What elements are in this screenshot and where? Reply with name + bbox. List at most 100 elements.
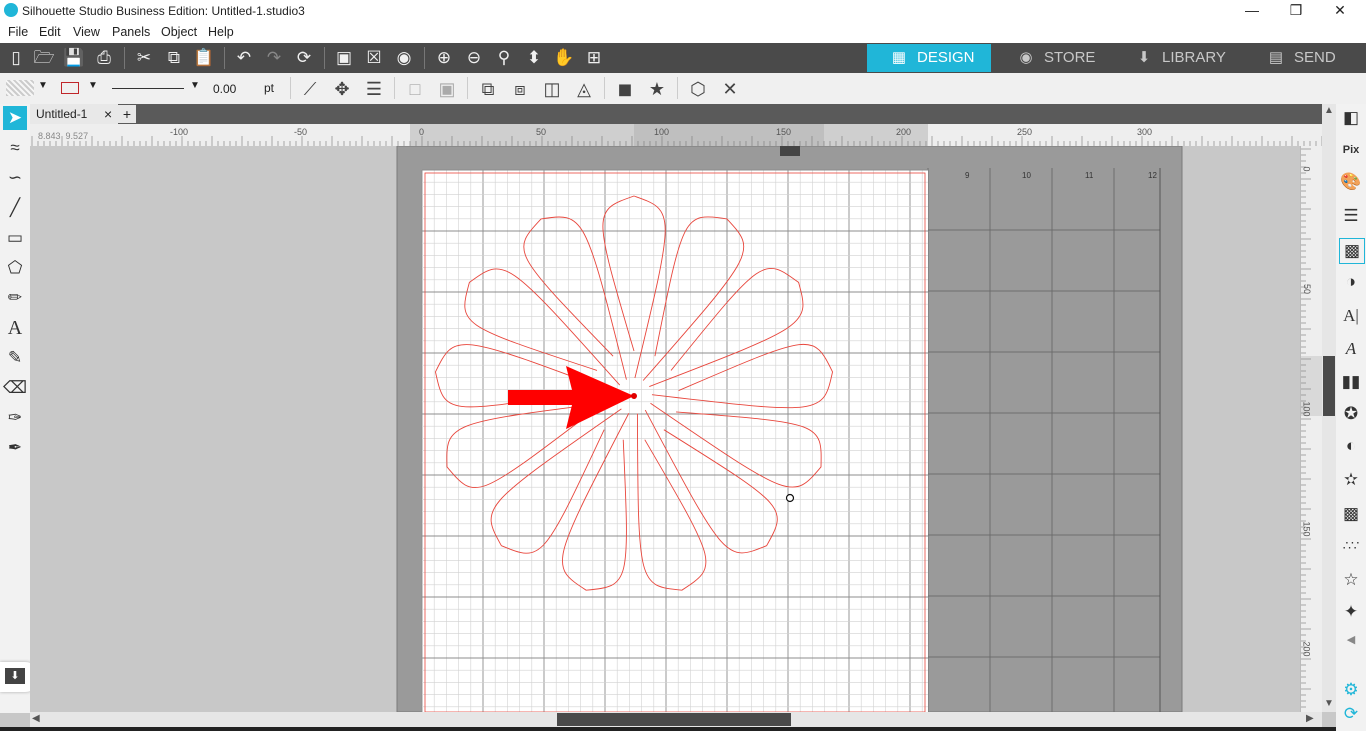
tab-untitled-1[interactable]: Untitled-1 × [30,104,118,124]
line-width-input[interactable]: 0.00 [213,82,255,98]
menu-panels[interactable]: Panels [112,25,150,39]
line-color-swatch[interactable] [61,82,79,94]
rhinestone-icon[interactable]: ∴∵ [1339,534,1363,558]
gradient-icon[interactable]: ◑ [1339,270,1363,294]
select-all-icon[interactable]: ▣ [332,46,356,70]
text-tool-icon[interactable]: A [3,316,27,340]
menu-view[interactable]: View [73,25,100,39]
pencil-icon[interactable]: ✏ [3,286,27,310]
mat-label-10: 10 [1022,171,1031,180]
align-center-icon[interactable]: ☰ [362,77,386,101]
tab-close-icon[interactable]: × [104,106,112,122]
undo-icon[interactable]: ↶ [232,46,256,70]
curve-icon[interactable]: ∽ [3,166,27,190]
zoom-select-icon[interactable]: ⚲ [492,46,516,70]
add-tab-button[interactable]: + [118,105,136,123]
fill-pattern-swatch[interactable] [6,80,34,96]
scroll-down-arrow-icon[interactable]: ▼ [1324,698,1334,709]
redo-icon[interactable]: ↷ [262,46,286,70]
weld-shapes-icon[interactable]: ◼ [613,77,637,101]
chevron-down-icon[interactable]: ▼ [38,80,48,91]
cut-icon[interactable]: ✂ [132,46,156,70]
horizontal-scrollbar[interactable]: ◀ ▶ [30,712,1322,727]
horizontal-scroll-thumb[interactable] [557,713,791,726]
new-document-icon[interactable]: ▯ [4,46,28,70]
scroll-left-arrow-icon[interactable]: ◀ [32,713,40,724]
rectangle-tool-icon[interactable]: ▭ [3,226,27,250]
3d-box-icon[interactable]: ⬡ [686,77,710,101]
redraw-icon[interactable]: ⟳ [292,46,316,70]
align-icon[interactable]: ▮▮ [1339,370,1363,394]
restore-button[interactable]: ❒ [1276,2,1316,19]
vertical-scrollbar[interactable]: ▲ ▼ [1322,104,1336,712]
ruler-label-50: 50 [536,127,547,137]
print-icon[interactable]: ⎙ [92,46,116,70]
offset-icon[interactable]: ✫ [1339,468,1363,492]
polygon-tool-icon[interactable]: ⬠ [3,256,27,280]
page-setup-icon[interactable]: ◧ [1339,106,1363,130]
tab-send[interactable]: ▤ SEND [1266,44,1366,72]
vertical-scroll-thumb[interactable] [1323,356,1335,416]
fill-color-icon[interactable]: 🎨 [1339,170,1363,194]
settings-gear-icon[interactable]: ⚙ [1339,678,1363,702]
save-icon[interactable]: 💾 [62,46,86,70]
zoom-in-icon[interactable]: ⊕ [432,46,456,70]
menu-help[interactable]: Help [208,25,234,39]
eyedropper-icon[interactable]: ✒ [3,436,27,460]
tab-library[interactable]: ⬇ LIBRARY [1134,44,1254,72]
select-pointer-icon[interactable]: ➤ [3,106,27,130]
knife-icon[interactable]: ✑ [3,406,27,430]
bring-forward-icon[interactable]: ◫ [540,77,564,101]
menu-edit[interactable]: Edit [39,25,61,39]
deselect-icon[interactable]: ☒ [362,46,386,70]
group-icon[interactable]: □ [403,77,427,101]
close-icon[interactable]: ✕ [718,77,742,101]
eraser-icon[interactable]: ⌫ [3,376,27,400]
menu-object[interactable]: Object [161,25,197,39]
open-folder-icon[interactable]: 🗁 [32,46,56,70]
vruler-label-0: 0 [1301,166,1312,172]
menu-file[interactable]: File [8,25,28,39]
pan-hand-icon[interactable]: ✋ [552,46,576,70]
minimize-button[interactable]: — [1232,2,1272,18]
zoom-out-icon[interactable]: ⊖ [462,46,486,70]
sketch-icon[interactable]: ✎ [3,346,27,370]
pixscan-icon[interactable]: Pix [1339,138,1363,162]
send-backward-icon[interactable]: ◬ [572,77,596,101]
close-window-button[interactable]: ✕ [1320,2,1360,19]
chevron-down-icon[interactable]: ▼ [190,80,200,91]
line-tool-icon[interactable]: ⟋ [298,77,322,101]
copy-icon[interactable]: ⧉ [162,46,186,70]
line-tool-icon[interactable]: ╱ [3,196,27,220]
paste-icon[interactable]: 📋 [192,46,216,70]
puzzle-icon[interactable]: ✦ [1339,600,1363,624]
collapse-panel-icon[interactable]: ◀ [1339,628,1363,652]
line-style-preview[interactable] [112,88,184,89]
text-style-icon[interactable]: A| [1339,304,1363,328]
replicate-icon[interactable]: ✪ [1339,402,1363,426]
line-style-icon[interactable]: ☰ [1339,204,1363,228]
ungroup-icon[interactable]: ▣ [435,77,459,101]
drag-zoom-icon[interactable]: ⬍ [522,46,546,70]
select-by-color-icon[interactable]: ◉ [392,46,416,70]
point-edit-icon[interactable]: ≈ [3,136,27,160]
scroll-up-arrow-icon[interactable]: ▲ [1324,105,1334,116]
fit-to-page-icon[interactable]: ⊞ [582,46,606,70]
text-to-path-icon[interactable]: A [1339,337,1363,361]
move-icon[interactable]: ✥ [330,77,354,101]
sync-icon[interactable]: ⟳ [1339,702,1363,726]
star-shape-icon[interactable]: ★ [645,77,669,101]
send-to-back-icon[interactable]: ⧈ [508,77,532,101]
toolbar-separator [467,77,468,99]
scroll-right-arrow-icon[interactable]: ▶ [1306,713,1314,724]
trace-icon[interactable]: ▩ [1339,502,1363,526]
tab-store[interactable]: ◉ STORE [1016,44,1126,72]
design-canvas[interactable]: 9 10 11 12 [30,146,1300,712]
star-icon[interactable]: ☆ [1339,568,1363,592]
modify-icon[interactable]: ◐ [1339,434,1363,458]
fill-pattern-icon[interactable]: ▩ [1339,238,1365,264]
tab-design[interactable]: ▦ DESIGN [867,44,991,72]
chevron-down-icon[interactable]: ▼ [88,80,98,91]
toolbar-separator [224,47,225,69]
bring-to-front-icon[interactable]: ⧉ [476,77,500,101]
